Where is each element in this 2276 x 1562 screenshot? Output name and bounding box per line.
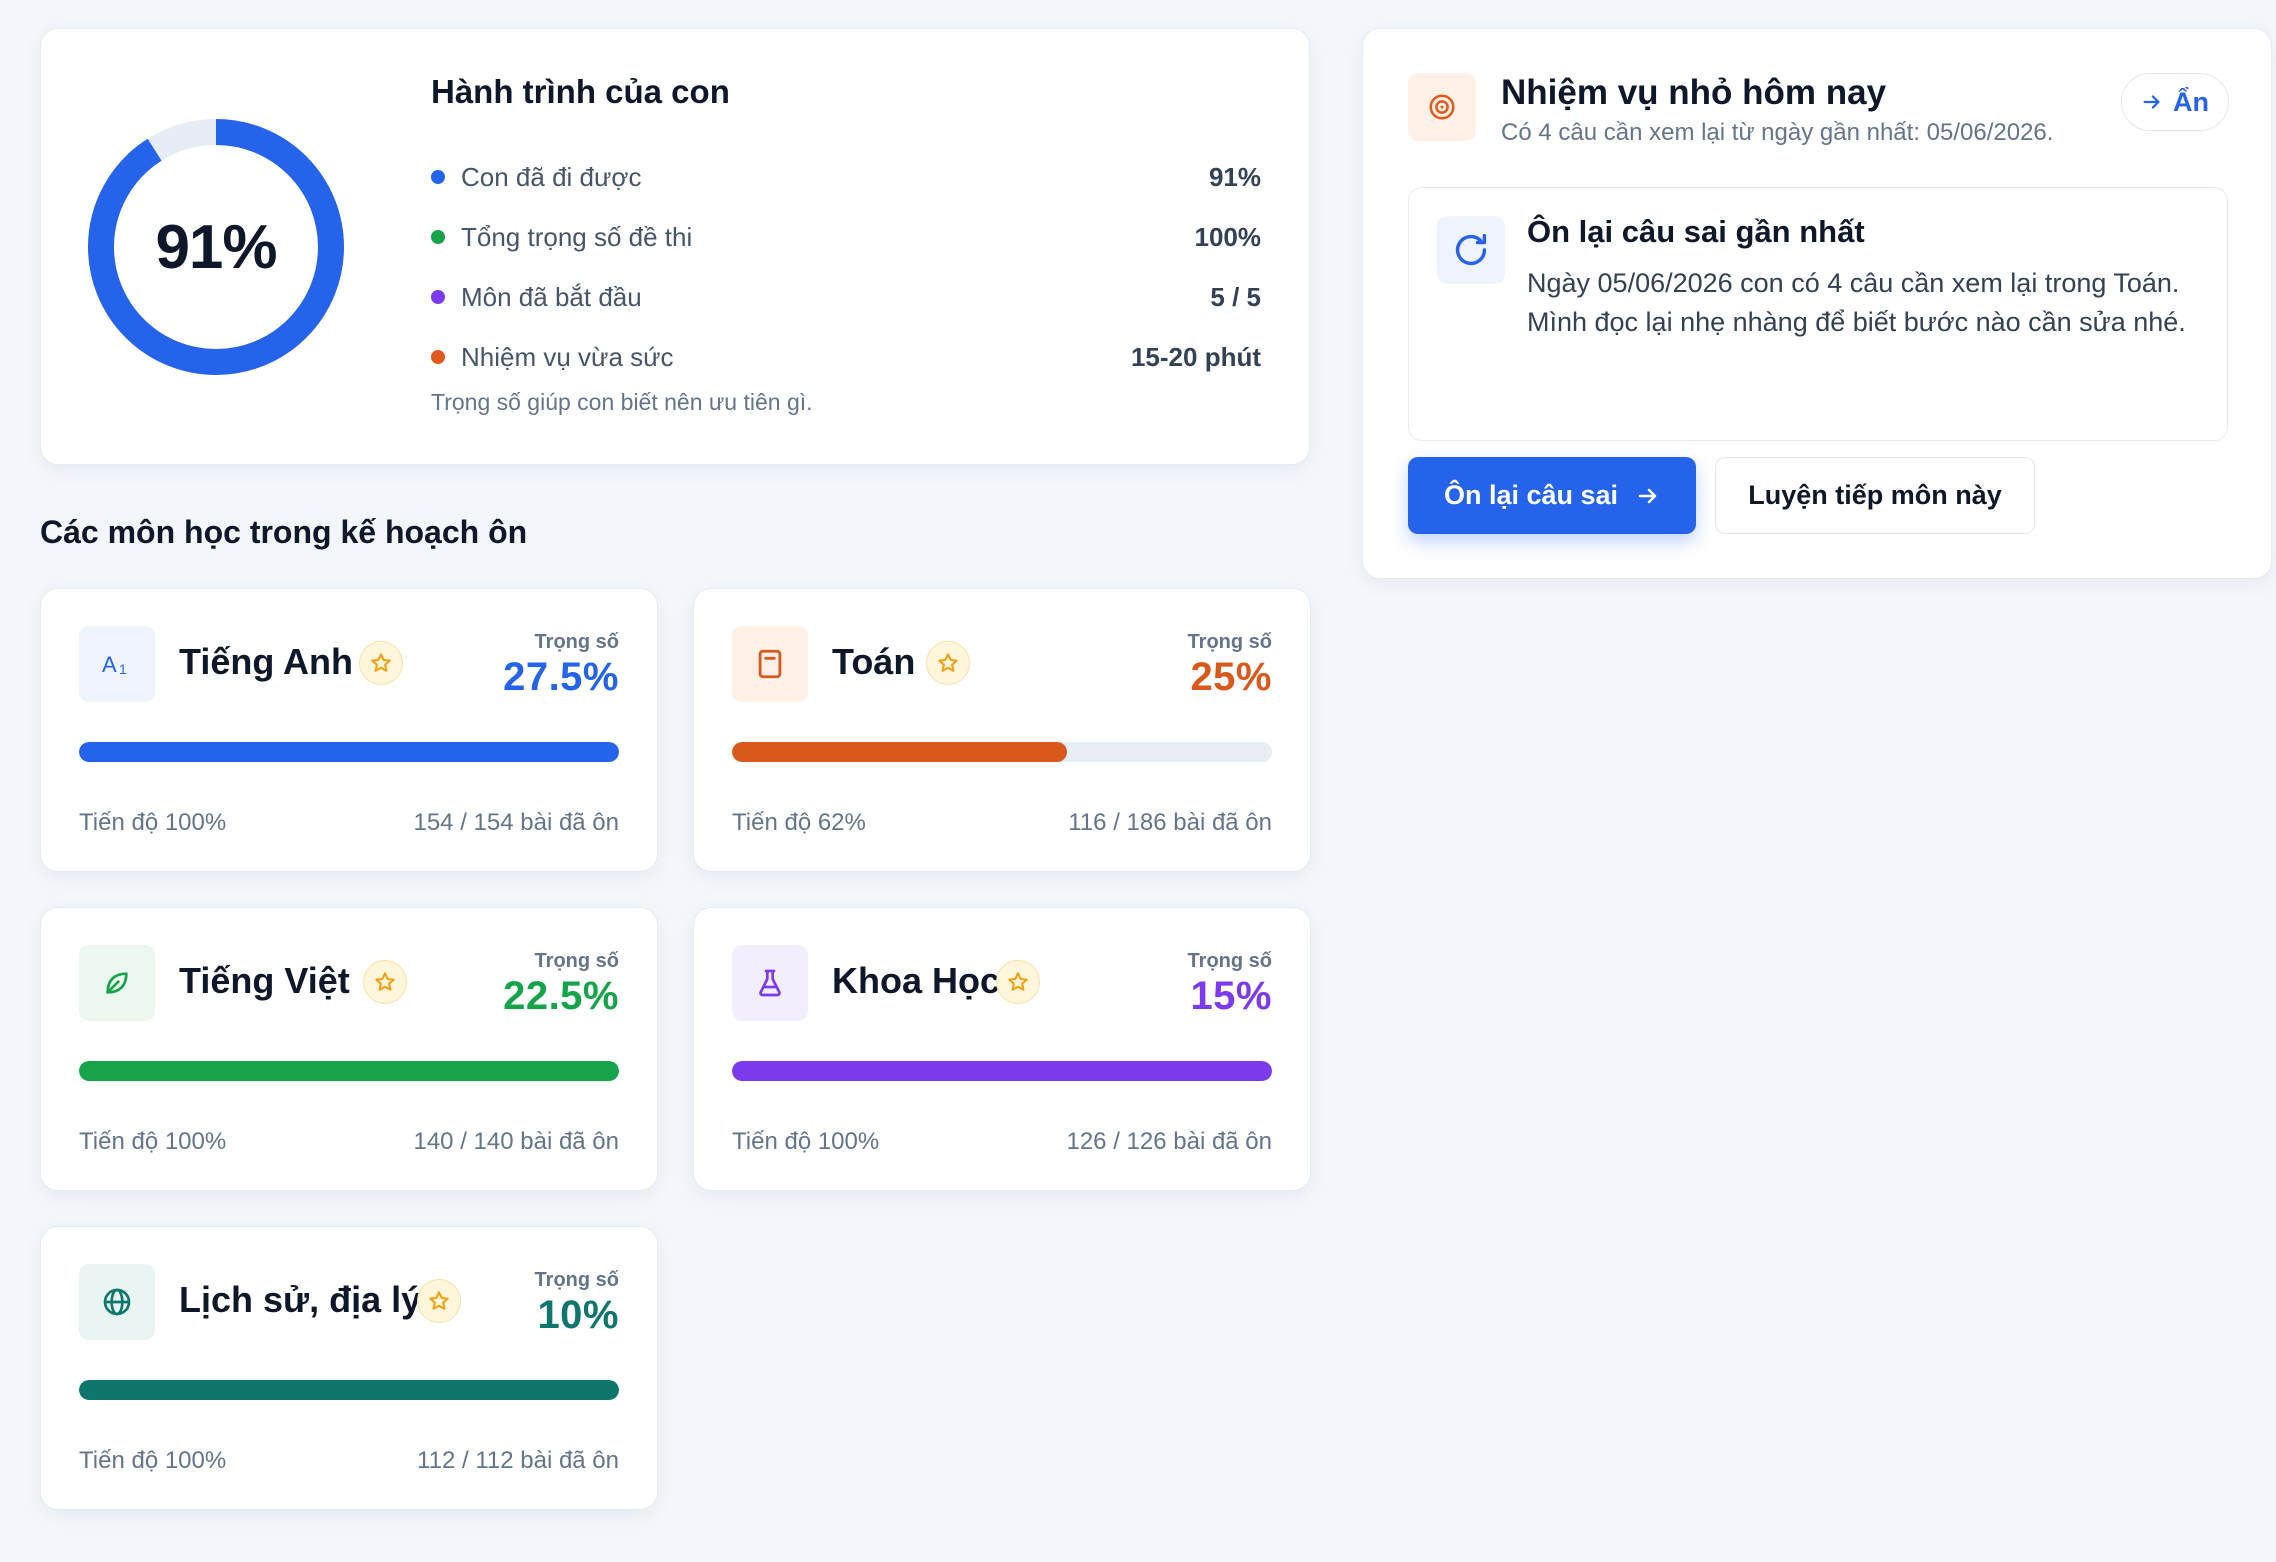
globe-icon [103, 1288, 131, 1316]
daily-mission-card: Nhiệm vụ nhỏ hôm nay Có 4 câu cần xem lạ… [1362, 28, 2272, 579]
star-icon [926, 641, 970, 685]
stat-row: Môn đã bắt đầu 5 / 5 [431, 277, 1261, 317]
stat-value: 100% [1194, 221, 1262, 252]
progress-bar [732, 1061, 1272, 1081]
progress-bar-fill [732, 1061, 1272, 1081]
primary-button-label: Ôn lại câu sai [1443, 480, 1619, 510]
stat-dot [431, 290, 445, 304]
review-description: Ngày 05/06/2026 con có 4 câu cần xem lại… [1527, 268, 2186, 337]
weight-value: 15% [1190, 974, 1272, 1018]
journey-card: 91% Hành trình của con Con đã đi được 91… [40, 28, 1310, 465]
weight-label: Trọng số [534, 631, 619, 653]
weight-label: Trọng số [534, 950, 619, 972]
donut-percent-label: 91% [155, 212, 277, 282]
stat-label: Nhiệm vụ vừa sức [461, 341, 674, 372]
progress-label: Tiến độ 100% [732, 1128, 880, 1155]
stat-row: Con đã đi được 91% [431, 157, 1261, 197]
target-icon [1408, 73, 1476, 141]
progress-bar [79, 1380, 619, 1400]
stat-row: Tổng trọng số đề thi 100% [431, 217, 1261, 257]
weight-value: 25% [1190, 655, 1272, 699]
progress-label: Tiến độ 100% [79, 1447, 227, 1474]
star-icon [359, 641, 403, 685]
hide-button-label: Ẩn [2173, 86, 2209, 117]
subject-icon-box [79, 945, 155, 1021]
arrow-right-icon [2143, 95, 2160, 109]
stat-value: 15-20 phút [1130, 341, 1261, 372]
subject-name: Lịch sử, địa lý [179, 1279, 422, 1320]
svg-text:A: A [102, 652, 117, 677]
hide-button[interactable]: Ẩn [2121, 73, 2229, 131]
subject-name: Khoa Học [832, 960, 1001, 1001]
star-icon [417, 1279, 461, 1323]
review-wrong-answers-button[interactable]: Ôn lại câu sai [1408, 457, 1696, 534]
journey-title: Hành trình của con [431, 73, 730, 110]
progress-bar [732, 742, 1272, 762]
lessons-count: 140 / 140 bài đã ôn [413, 1128, 619, 1155]
stat-dot [431, 350, 445, 364]
review-title: Ôn lại câu sai gần nhất [1527, 214, 1865, 249]
subject-icon-box [732, 626, 808, 702]
weight-value: 22.5% [503, 974, 619, 1018]
mission-subtitle: Có 4 câu cần xem lại từ ngày gần nhất: 0… [1501, 119, 2054, 146]
stat-dot [431, 170, 445, 184]
star-icon [363, 960, 407, 1004]
stat-dot [431, 230, 445, 244]
stat-row: Nhiệm vụ vừa sức 15-20 phút [431, 337, 1261, 377]
weight-label: Trọng số [1187, 631, 1272, 653]
stat-value: 5 / 5 [1210, 281, 1261, 312]
subject-name: Tiếng Anh [179, 641, 353, 682]
stat-label: Con đã đi được [461, 161, 642, 192]
stat-label: Tổng trọng số đề thi [461, 221, 693, 252]
mission-title: Nhiệm vụ nhỏ hôm nay [1501, 73, 1887, 112]
subject-card[interactable]: Khoa Học Trọng số 15% Tiến độ 100% 126 /… [693, 907, 1311, 1191]
subject-icon-box: A 1 [79, 626, 155, 702]
subject-icon-box [732, 945, 808, 1021]
flask-icon [759, 969, 781, 997]
review-suggestion: Ôn lại câu sai gần nhất Ngày 05/06/2026 … [1408, 187, 2228, 441]
weight-label: Trọng số [1187, 950, 1272, 972]
progress-label: Tiến độ 100% [79, 809, 227, 836]
star-icon [996, 960, 1040, 1004]
svg-text:1: 1 [119, 661, 127, 677]
stat-label: Môn đã bắt đầu [461, 281, 642, 312]
progress-donut: 91% [88, 119, 344, 375]
refresh-icon [1437, 216, 1505, 284]
lessons-count: 154 / 154 bài đã ôn [413, 809, 619, 836]
progress-label: Tiến độ 100% [79, 1128, 227, 1155]
progress-bar-fill [79, 1380, 619, 1400]
subject-icon-box [79, 1264, 155, 1340]
progress-bar-fill [79, 1061, 619, 1081]
progress-bar [79, 742, 619, 762]
lessons-count: 112 / 112 bài đã ôn [417, 1447, 619, 1474]
lessons-count: 126 / 126 bài đã ôn [1066, 1128, 1272, 1155]
weight-value: 27.5% [503, 655, 619, 699]
subject-name: Tiếng Việt [179, 960, 350, 1001]
subject-card[interactable]: Lịch sử, địa lý Trọng số 10% Tiến độ 100… [40, 1226, 658, 1510]
weight-label: Trọng số [534, 1269, 619, 1291]
leaf-icon [106, 972, 128, 994]
stat-value: 91% [1208, 161, 1261, 192]
weight-value: 10% [537, 1293, 619, 1337]
language-icon: A 1 [102, 652, 127, 677]
journey-note: Trọng số giúp con biết nên ưu tiên gì. [431, 389, 813, 415]
lessons-count: 116 / 186 bài đã ôn [1068, 809, 1272, 836]
progress-bar-fill [732, 742, 1067, 762]
book-icon [758, 649, 782, 679]
section-title: Các môn học trong kế hoạch ôn [40, 514, 528, 550]
subject-name: Toán [832, 641, 916, 682]
progress-label: Tiến độ 62% [732, 809, 866, 836]
continue-practice-button[interactable]: Luyện tiếp môn này [1715, 457, 2035, 534]
progress-bar [79, 1061, 619, 1081]
subject-card[interactable]: Toán Trọng số 25% Tiến độ 62% 116 / 186 … [693, 588, 1311, 872]
arrow-right-icon [1638, 488, 1657, 503]
subject-card[interactable]: Tiếng Việt Trọng số 22.5% Tiến độ 100% 1… [40, 907, 658, 1191]
progress-bar-fill [79, 742, 619, 762]
subject-card[interactable]: A 1 Tiếng Anh Trọng số 27.5% Tiến độ 100… [40, 588, 658, 872]
